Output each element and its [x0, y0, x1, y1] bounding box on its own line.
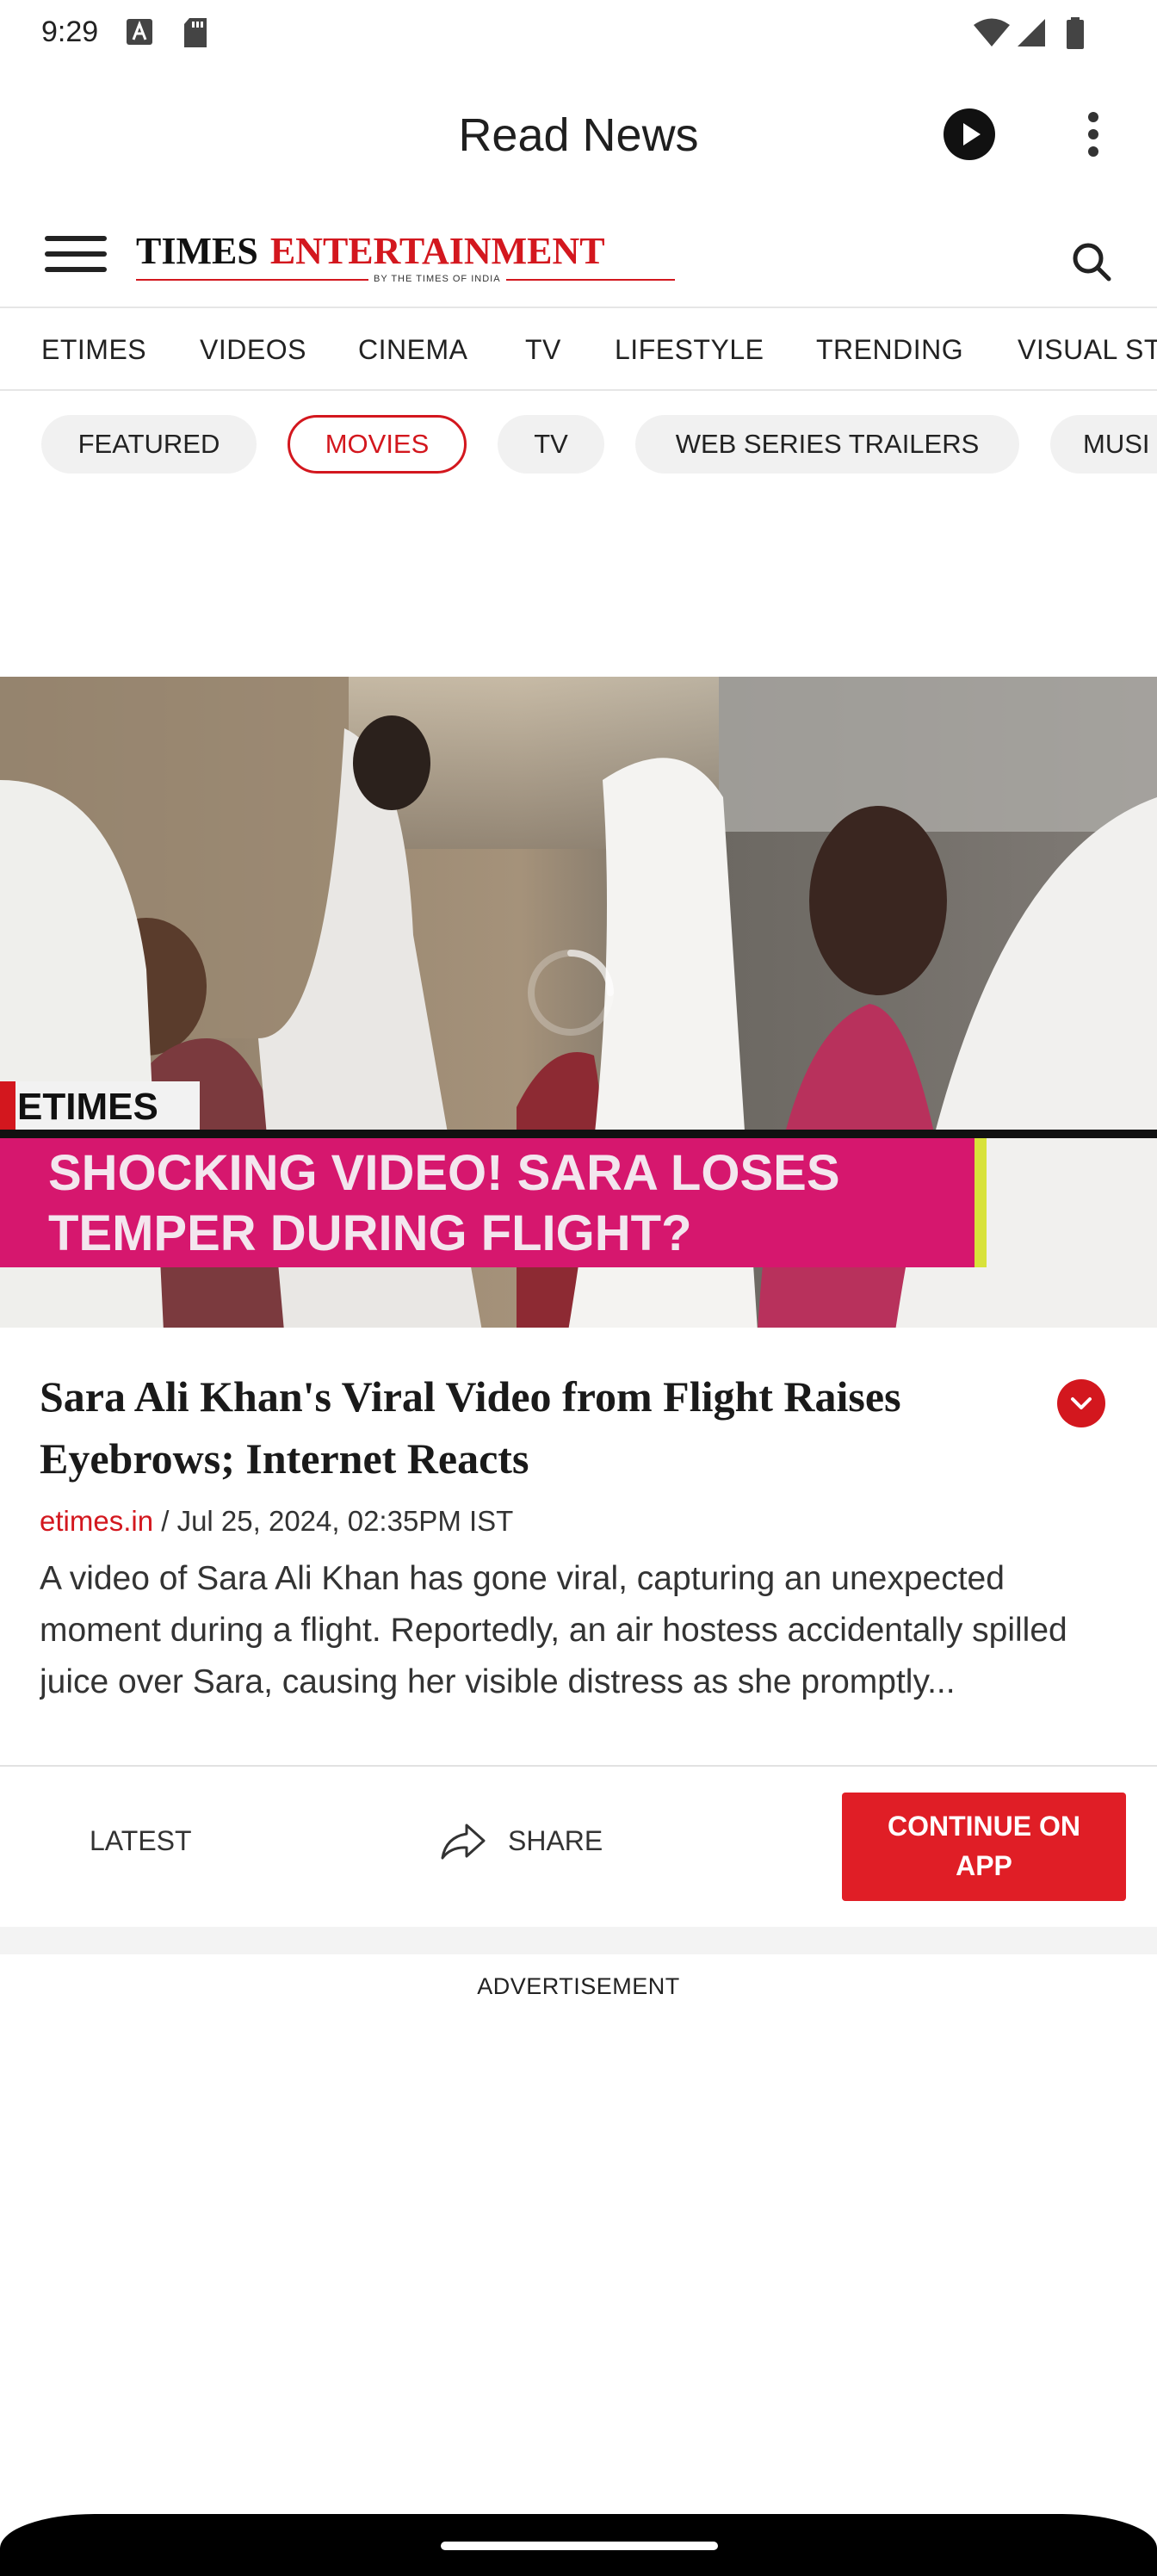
hamburger-icon[interactable]	[45, 236, 107, 279]
chevron-down-icon	[1071, 1397, 1092, 1409]
section-divider	[0, 1927, 1157, 1954]
chip-tv[interactable]: TV	[498, 415, 604, 474]
logo-times-text: TIMES	[136, 230, 258, 272]
continue-label-line-1: CONTINUE ON	[888, 1811, 1080, 1842]
share-label: SHARE	[508, 1825, 603, 1856]
play-icon	[963, 123, 981, 146]
more-vert-icon	[1088, 112, 1098, 157]
battery-icon	[1067, 17, 1084, 49]
home-indicator[interactable]	[441, 2542, 718, 2550]
video-caption-line-1: SHOCKING VIDEO! SARA LOSES	[48, 1145, 840, 1201]
app-bar: Read News	[0, 65, 1157, 203]
video-caption-line-2: TEMPER DURING FLIGHT?	[48, 1205, 692, 1261]
signal-icon	[1018, 19, 1045, 46]
site-logo[interactable]: TIMES ENTERTAINMENT BY THE TIMES OF INDIA	[136, 229, 675, 289]
continue-on-app-button[interactable]: CONTINUE ON APP	[842, 1793, 1126, 1901]
search-button[interactable]	[1067, 238, 1116, 286]
article-date: Jul 25, 2024, 02:35PM IST	[176, 1505, 514, 1537]
article-meta: etimes.in / Jul 25, 2024, 02:35PM IST	[40, 1505, 513, 1538]
site-header: TIMES ENTERTAINMENT BY THE TIMES OF INDIA	[0, 203, 1157, 308]
chip-web-series-trailers[interactable]: WEB SERIES TRAILERS	[635, 415, 1019, 474]
category-tabs: ETIMES VIDEOS CINEMA TV LIFESTYLE TRENDI…	[0, 308, 1157, 391]
chip-featured[interactable]: FEATURED	[41, 415, 257, 474]
article-summary-text: A video of Sara Ali Khan has gone viral,…	[40, 1560, 1067, 1700]
expand-button[interactable]	[1057, 1379, 1105, 1427]
status-time: 9:29	[41, 15, 99, 48]
chip-music[interactable]: MUSI	[1050, 415, 1157, 474]
loading-spinner-icon	[528, 950, 614, 1036]
action-bar: LATEST SHARE CONTINUE ON APP	[0, 1767, 1157, 1927]
subcategory-chips: FEATURED MOVIES TV WEB SERIES TRAILERS M…	[0, 410, 1157, 479]
tab-videos[interactable]: VIDEOS	[200, 334, 306, 366]
notification-a-icon	[127, 19, 152, 45]
logo-tagline: BY THE TIMES OF INDIA	[368, 274, 506, 284]
tab-etimes[interactable]: ETIMES	[41, 334, 146, 366]
meta-separator: /	[153, 1505, 177, 1537]
status-bar: 9:29	[0, 0, 1157, 65]
sd-card-icon	[184, 18, 207, 47]
tab-trending[interactable]: TRENDING	[816, 334, 963, 366]
overflow-menu-button[interactable]	[1076, 108, 1111, 164]
video-brand-tag: ETIMES	[17, 1086, 158, 1128]
tab-tv[interactable]: TV	[525, 334, 561, 366]
article-headline[interactable]: Sara Ali Khan's Viral Video from Flight …	[40, 1365, 1030, 1489]
continue-label-line-2: APP	[956, 1850, 1012, 1881]
logo-entertainment-text: ENTERTAINMENT	[269, 230, 605, 272]
wifi-icon	[974, 18, 1010, 46]
tab-lifestyle[interactable]: LIFESTYLE	[615, 334, 764, 366]
article-card[interactable]: Sara Ali Khan's Viral Video from Flight …	[0, 1328, 1157, 1767]
article-summary: A video of Sara Ali Khan has gone viral,…	[40, 1553, 1116, 1708]
chip-movies[interactable]: MOVIES	[288, 415, 467, 474]
latest-button[interactable]: LATEST	[90, 1825, 192, 1857]
article-source-link[interactable]: etimes.in	[40, 1505, 153, 1537]
advertisement-label: ADVERTISEMENT	[477, 1973, 680, 1999]
share-icon	[441, 1824, 486, 1860]
tab-visual-stories[interactable]: VISUAL ST	[1018, 334, 1157, 366]
tab-cinema[interactable]: CINEMA	[358, 334, 467, 366]
play-button[interactable]	[944, 108, 995, 160]
search-icon	[1073, 243, 1111, 282]
